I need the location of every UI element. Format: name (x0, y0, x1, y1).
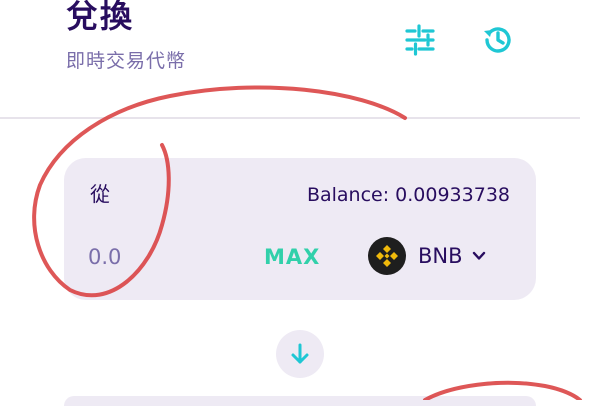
to-token-panel (64, 396, 536, 406)
page-title: 兌換 (66, 0, 135, 35)
history-icon (484, 27, 511, 53)
amount-input[interactable] (88, 240, 208, 274)
arrow-down-icon (291, 343, 309, 364)
history-button[interactable] (478, 20, 518, 60)
header-divider (0, 117, 580, 119)
balance-text: Balance: 0.00933738 (306, 184, 510, 206)
page-subtitle: 即時交易代幣 (66, 50, 187, 72)
token-selector[interactable]: BNB (368, 236, 487, 276)
swap-direction-button[interactable] (276, 330, 324, 378)
from-token-panel: 從 Balance: 0.00933738 MAX BNB (64, 158, 536, 300)
bnb-logo-icon (368, 237, 406, 275)
token-symbol: BNB (418, 244, 463, 268)
swap-header: 兌換 即時交易代幣 (0, 0, 600, 118)
from-label: 從 (90, 182, 110, 206)
settings-button[interactable] (400, 20, 440, 60)
max-button[interactable]: MAX (264, 242, 320, 272)
sliders-icon (405, 24, 435, 56)
chevron-down-icon (472, 251, 485, 260)
swap-screen: 兌換 即時交易代幣 從 Balance: 0.00933738 0.0 MAX … (0, 0, 600, 406)
